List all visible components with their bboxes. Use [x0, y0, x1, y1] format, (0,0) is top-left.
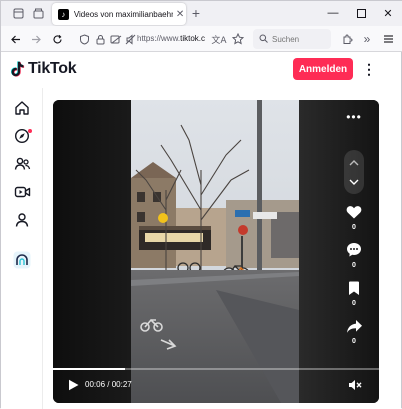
- progress-fill: [53, 368, 125, 370]
- tiktok-logo[interactable]: TikTok: [11, 60, 77, 78]
- url-prefix: https://www.: [137, 34, 181, 43]
- bookmark-star-icon[interactable]: [230, 31, 246, 47]
- next-video-chevron-down-icon[interactable]: [348, 176, 360, 188]
- navigation-toolbar: https://www.tiktok.c 文A »: [1, 26, 402, 52]
- site-header: TikTok Anmelden ⋮: [1, 52, 401, 88]
- video-controls: 00:06 / 00:27: [53, 368, 379, 403]
- time-current: 00:06: [85, 380, 106, 389]
- translate-icon[interactable]: 文A: [211, 31, 227, 47]
- comment-count: 0: [352, 262, 356, 269]
- search-field[interactable]: [253, 29, 332, 49]
- minimize-button[interactable]: —: [323, 5, 343, 21]
- tiktok-favicon-icon: ♪: [58, 8, 69, 20]
- maximize-button[interactable]: [351, 5, 371, 21]
- bookmark-icon: [345, 279, 363, 297]
- search-input[interactable]: [272, 34, 332, 44]
- video-letterbox-left: [53, 100, 131, 403]
- tab-title: Videos von maximilianbaehring: [73, 9, 174, 19]
- url-domain: tiktok.c: [180, 34, 206, 43]
- muted-speaker-icon[interactable]: [347, 377, 363, 393]
- overflow-chevron-icon[interactable]: »: [359, 31, 375, 47]
- following-users-icon[interactable]: [12, 154, 32, 174]
- effect-house-icon[interactable]: [12, 250, 32, 270]
- logo-text: TikTok: [28, 60, 77, 77]
- progress-bar[interactable]: [53, 368, 379, 370]
- close-window-button[interactable]: ✕: [378, 5, 398, 21]
- save-action[interactable]: 0: [342, 279, 366, 307]
- share-action[interactable]: 0: [342, 317, 366, 345]
- menu-hamburger-icon[interactable]: [380, 31, 396, 47]
- like-count: 0: [352, 224, 356, 231]
- video-scroll-arrows: [344, 150, 364, 194]
- side-navigation: [1, 88, 43, 409]
- heart-icon: [345, 203, 363, 221]
- share-arrow-icon: [345, 317, 363, 335]
- tab-active[interactable]: ♪ Videos von maximilianbaehring ✕: [52, 3, 186, 25]
- tiktok-page: TikTok Anmelden ⋮ ••• 0 0 0 0 00:06 / 00…: [1, 52, 401, 409]
- live-video-icon[interactable]: [12, 182, 32, 202]
- more-options-icon[interactable]: ⋮: [362, 60, 376, 78]
- comment-bubble-icon: [345, 241, 363, 259]
- notification-dot: [28, 129, 32, 133]
- search-icon: [259, 34, 268, 45]
- shield-icon[interactable]: [76, 31, 92, 47]
- extensions-icon[interactable]: [339, 31, 355, 47]
- new-tab-icon[interactable]: +: [188, 5, 204, 21]
- time-total: 00:27: [111, 380, 132, 389]
- share-count: 0: [352, 338, 356, 345]
- like-action[interactable]: 0: [342, 203, 366, 231]
- play-icon[interactable]: [65, 377, 81, 393]
- forward-icon[interactable]: [28, 31, 44, 47]
- tab-list-icon[interactable]: [9, 5, 27, 22]
- tiktok-note-icon: [11, 61, 25, 77]
- login-button[interactable]: Anmelden: [293, 58, 353, 80]
- video-letterbox-right: [299, 100, 379, 403]
- comment-action[interactable]: 0: [342, 241, 366, 269]
- time-display: 00:06 / 00:27: [85, 380, 132, 389]
- home-icon[interactable]: [12, 98, 32, 118]
- lock-icon[interactable]: [92, 31, 108, 47]
- autoplay-blocked-icon[interactable]: [122, 31, 138, 47]
- profile-icon[interactable]: [12, 210, 32, 230]
- tab-strip: ♪ Videos von maximilianbaehring ✕ + — ✕: [1, 1, 402, 26]
- save-count: 0: [352, 300, 356, 307]
- video-frame: [131, 100, 299, 403]
- video-more-icon[interactable]: •••: [345, 110, 363, 124]
- time-separator: /: [105, 380, 112, 389]
- browser-window: ♪ Videos von maximilianbaehring ✕ + — ✕: [0, 0, 402, 409]
- firefox-view-icon[interactable]: [29, 5, 47, 22]
- back-icon[interactable]: [7, 31, 23, 47]
- tab-close-icon[interactable]: ✕: [174, 8, 186, 20]
- previous-video-chevron-up-icon[interactable]: [348, 156, 360, 168]
- reload-icon[interactable]: [49, 31, 65, 47]
- video-player[interactable]: ••• 0 0 0 0 00:06 / 00:27: [53, 100, 379, 403]
